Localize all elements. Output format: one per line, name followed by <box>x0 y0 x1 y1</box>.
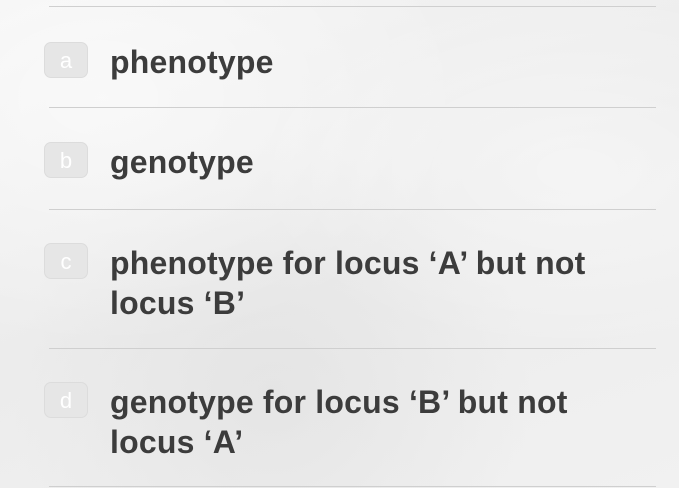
option-text: genotype for locus ‘B’ but not locus ‘A’ <box>110 384 568 460</box>
divider <box>49 486 656 487</box>
divider <box>49 209 656 210</box>
option-letter-badge: a <box>44 42 88 78</box>
option-letter-badge: c <box>44 243 88 279</box>
option-text: phenotype for locus ‘A’ but not locus ‘B… <box>110 245 586 321</box>
option-text: genotype <box>110 144 254 180</box>
option-letter-badge: b <box>44 142 88 178</box>
divider <box>49 6 656 7</box>
answer-options-list: a phenotype b genotype c phenotype for l… <box>0 0 679 488</box>
divider <box>49 107 656 108</box>
option-text: phenotype <box>110 44 274 80</box>
option-c[interactable]: c phenotype for locus ‘A’ but not locus … <box>44 243 644 323</box>
option-letter-badge: d <box>44 382 88 418</box>
option-b[interactable]: b genotype <box>44 142 644 182</box>
option-a[interactable]: a phenotype <box>44 42 644 82</box>
divider <box>49 348 656 349</box>
option-d[interactable]: d genotype for locus ‘B’ but not locus ‘… <box>44 382 644 462</box>
